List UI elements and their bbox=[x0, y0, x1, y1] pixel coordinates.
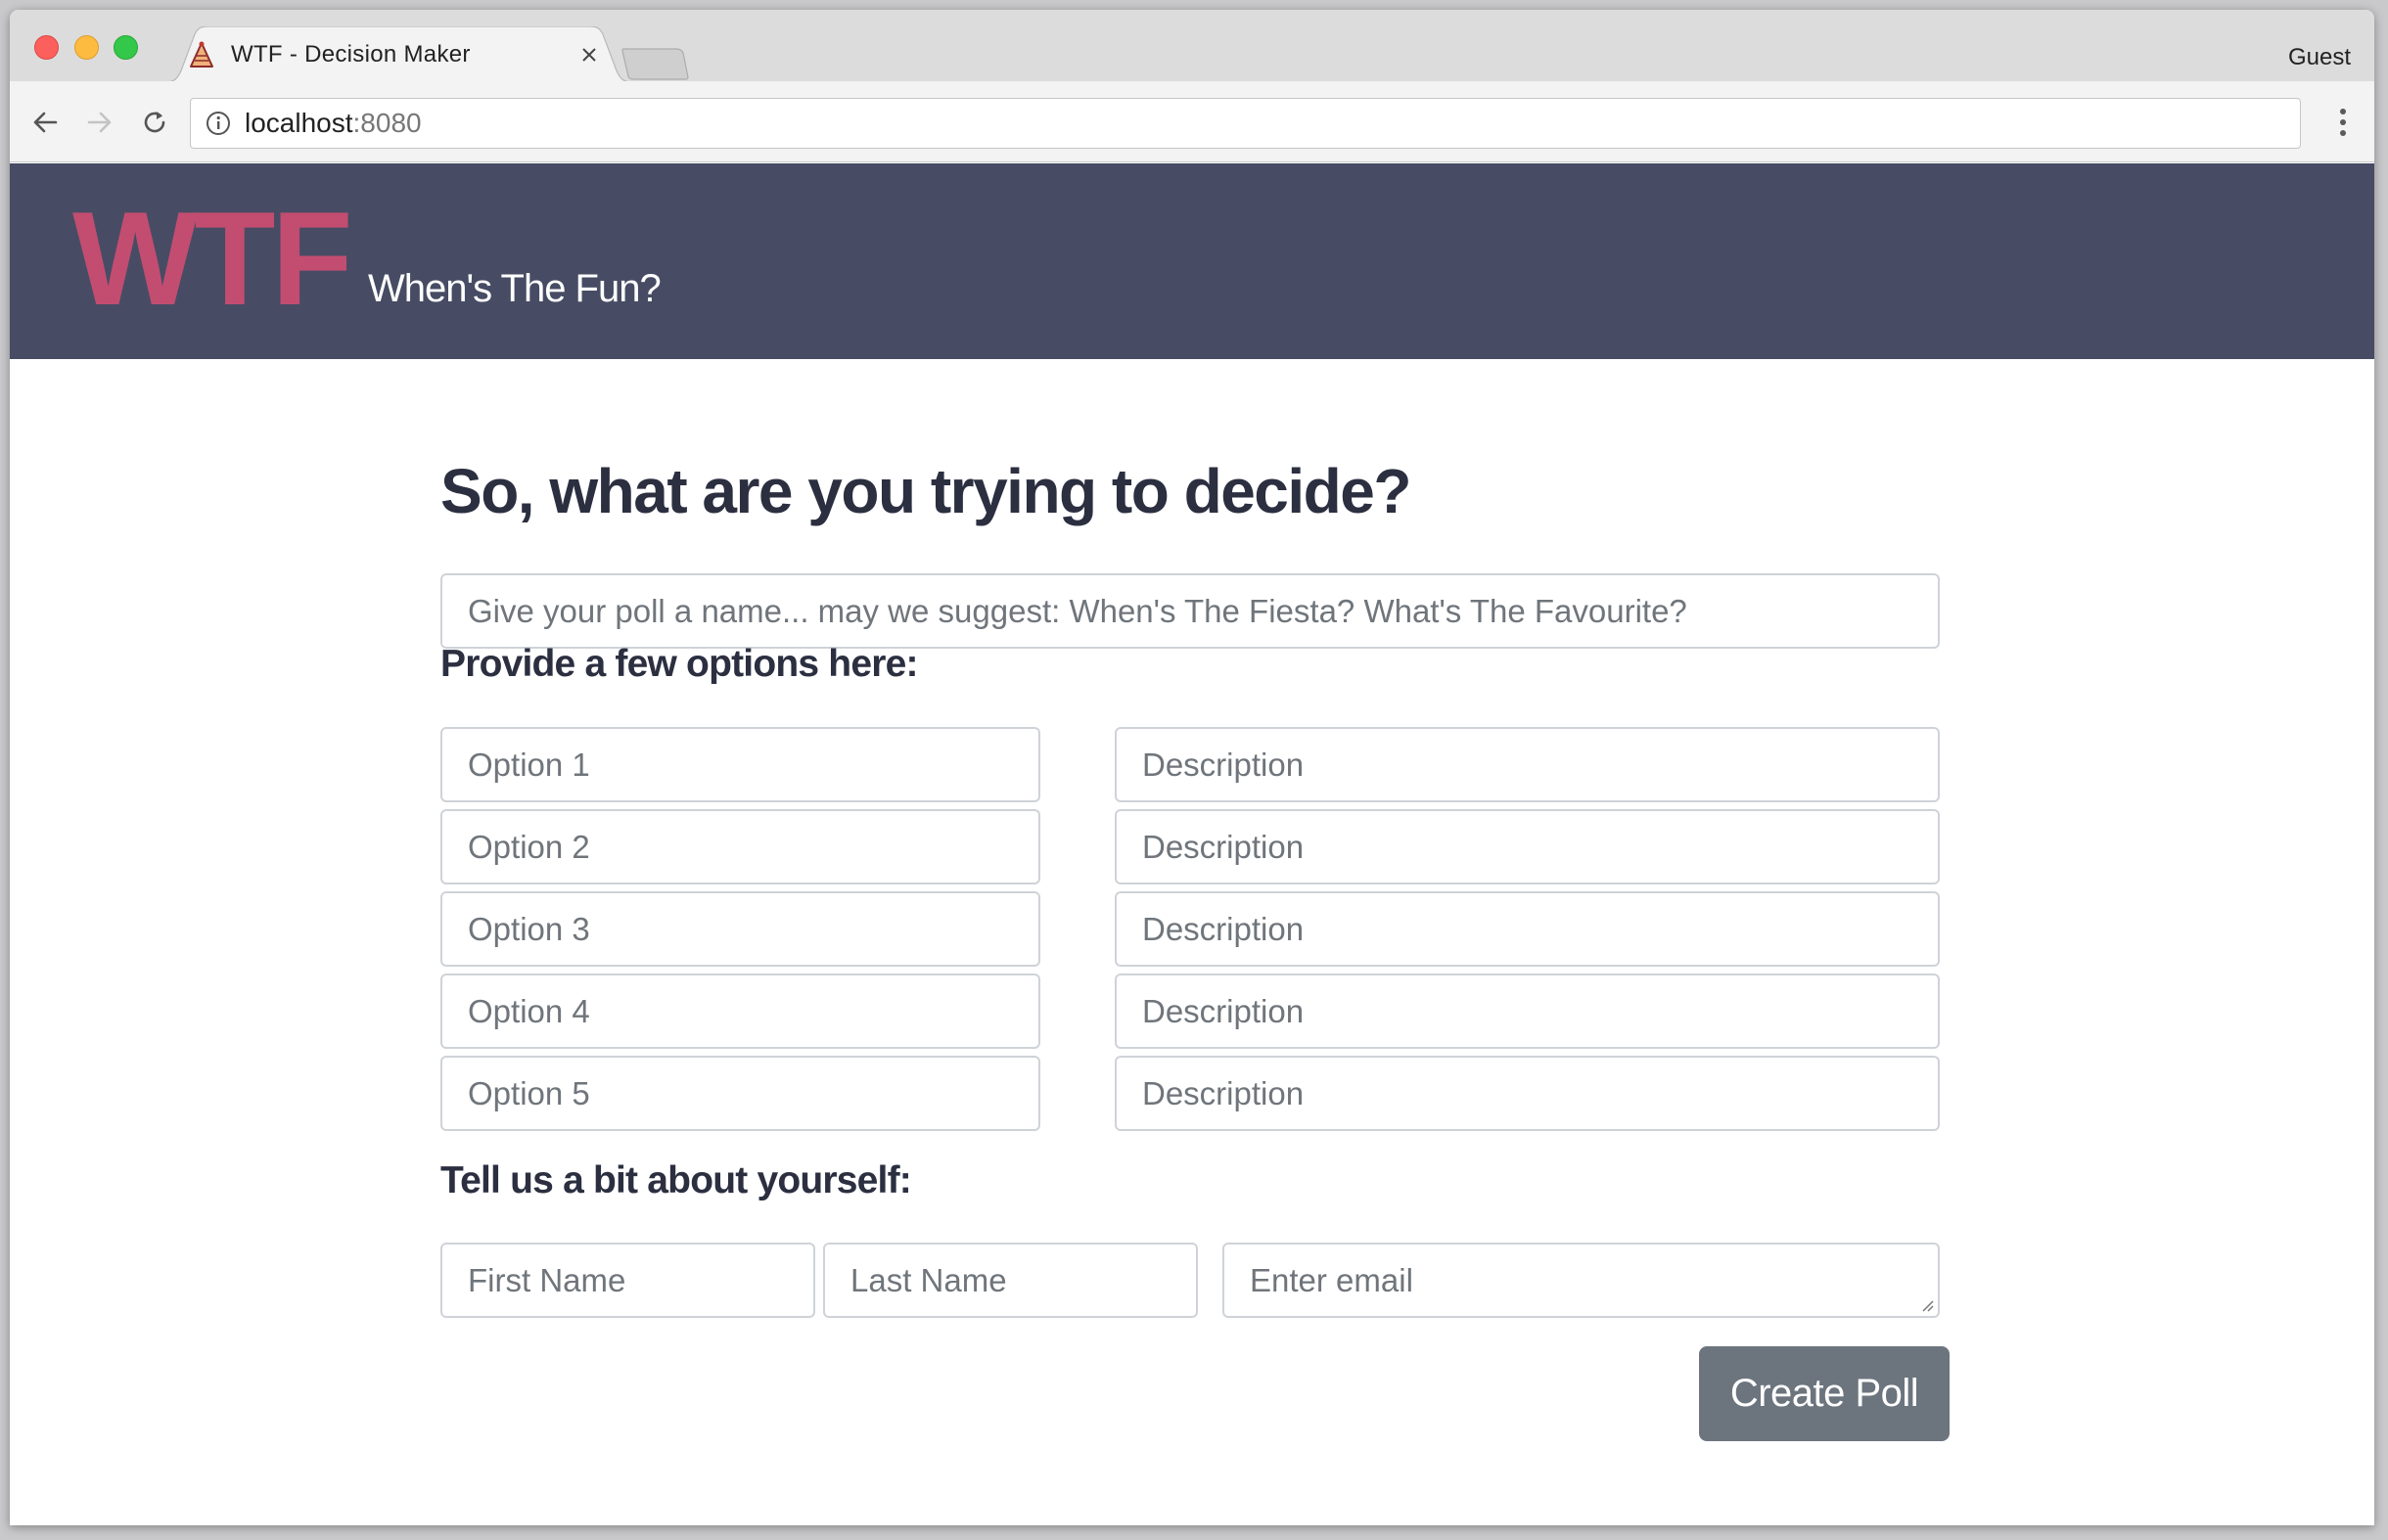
option-1-input[interactable]: Option 1 bbox=[440, 727, 1040, 802]
page-title: So, what are you trying to decide? bbox=[440, 456, 1411, 526]
site-tagline: When's The Fun? bbox=[368, 267, 662, 310]
last-name-input[interactable]: Last Name bbox=[823, 1243, 1198, 1318]
about-heading: Tell us a bit about yourself: bbox=[440, 1159, 912, 1201]
more-menu-icon[interactable] bbox=[2335, 105, 2351, 140]
site-header: WTF When's The Fun? bbox=[10, 163, 2374, 359]
description-5-input[interactable]: Description bbox=[1115, 1056, 1940, 1131]
tab-close-icon[interactable] bbox=[575, 41, 603, 68]
description-4-input[interactable]: Description bbox=[1115, 974, 1940, 1049]
forward-arrow-icon[interactable] bbox=[80, 103, 119, 142]
resize-grip-icon[interactable] bbox=[1918, 1296, 1934, 1312]
description-2-input[interactable]: Description bbox=[1115, 809, 1940, 884]
option-5-input[interactable]: Option 5 bbox=[440, 1056, 1040, 1131]
minimize-window-button[interactable] bbox=[74, 35, 99, 60]
description-1-input[interactable]: Description bbox=[1115, 727, 1940, 802]
url-port: :8080 bbox=[352, 108, 422, 138]
address-bar[interactable]: localhost:8080 bbox=[190, 98, 2301, 149]
info-icon[interactable] bbox=[204, 109, 233, 138]
option-3-input[interactable]: Option 3 bbox=[440, 891, 1040, 967]
email-input[interactable]: Enter email bbox=[1222, 1243, 1940, 1318]
option-2-input[interactable]: Option 2 bbox=[440, 809, 1040, 884]
first-name-input[interactable]: First Name bbox=[440, 1243, 815, 1318]
tab-strip: WTF - Decision Maker Guest bbox=[10, 10, 2374, 83]
site-logo[interactable]: WTF bbox=[72, 192, 353, 325]
tab-title: WTF - Decision Maker bbox=[231, 41, 471, 68]
browser-toolbar: localhost:8080 bbox=[10, 81, 2374, 162]
maximize-window-button[interactable] bbox=[114, 35, 138, 60]
options-heading: Provide a few options here: bbox=[440, 643, 918, 685]
url-host: localhost bbox=[245, 108, 353, 138]
new-tab-button[interactable] bbox=[621, 47, 690, 80]
email-placeholder: Enter email bbox=[1250, 1261, 1413, 1298]
create-poll-button[interactable]: Create Poll bbox=[1699, 1346, 1950, 1441]
browser-window: WTF - Decision Maker Guest localhost:808… bbox=[10, 10, 2374, 1525]
back-arrow-icon[interactable] bbox=[25, 103, 65, 142]
close-window-button[interactable] bbox=[34, 35, 59, 60]
description-3-input[interactable]: Description bbox=[1115, 891, 1940, 967]
option-4-input[interactable]: Option 4 bbox=[440, 974, 1040, 1049]
profile-label[interactable]: Guest bbox=[2288, 44, 2351, 71]
reload-icon[interactable] bbox=[135, 103, 174, 142]
poll-name-input[interactable]: Give your poll a name... may we suggest:… bbox=[440, 573, 1940, 649]
page-viewport: WTF When's The Fun? So, what are you try… bbox=[10, 163, 2374, 1525]
party-favicon-icon bbox=[188, 41, 215, 68]
